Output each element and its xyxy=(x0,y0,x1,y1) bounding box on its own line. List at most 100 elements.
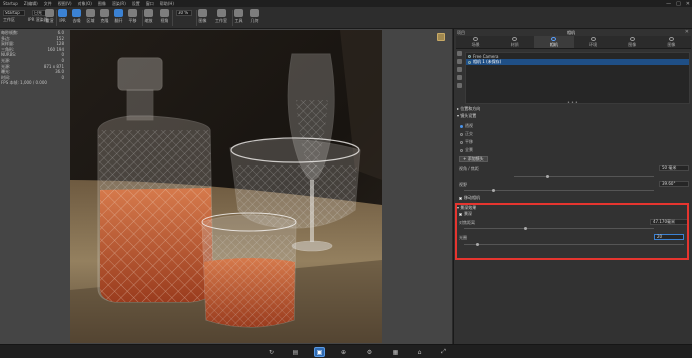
menu-item[interactable]: Z(编辑) xyxy=(21,1,41,7)
toolbar-button[interactable]: 视角 xyxy=(160,9,169,28)
menu-item[interactable]: 文件 xyxy=(41,1,55,7)
menu-item[interactable]: 对象(O) xyxy=(75,1,95,7)
camera-settings-icon[interactable] xyxy=(457,83,462,88)
toolbar-button[interactable]: 去噪 xyxy=(72,9,81,28)
aperture-slider[interactable] xyxy=(464,243,684,246)
status-bar-button[interactable]: ▦ xyxy=(390,347,401,357)
lens-option[interactable]: 全景 xyxy=(460,147,473,153)
toolbar-icon xyxy=(114,9,123,17)
tab-1[interactable]: 材质 xyxy=(495,36,534,48)
render-stats: 每秒帧数: 6.0 多边: 152 采样量: 128 三角形: 160 194 NURBS: 0 光… xyxy=(1,30,64,86)
maximize-icon[interactable]: □ xyxy=(676,1,681,7)
close-window-icon[interactable]: ✕ xyxy=(686,1,690,7)
section-position-orientation[interactable]: ▸ 位置和方向 xyxy=(457,106,480,112)
radio-icon xyxy=(460,132,463,136)
angle-input[interactable]: 39.60° xyxy=(659,181,689,187)
toolbar-button-label: 克隆 xyxy=(100,18,109,23)
dof-checkbox-row[interactable]: 景深 xyxy=(459,211,472,217)
radio-icon xyxy=(460,148,463,152)
toolbar-button[interactable]: 几何 xyxy=(250,9,259,28)
tab-3[interactable]: 环境 xyxy=(574,36,613,48)
status-bar-button[interactable]: ⌂ xyxy=(414,347,425,357)
lens-option[interactable]: 平移 xyxy=(460,139,473,145)
toolbar-button[interactable]: 工具 xyxy=(234,9,243,28)
toolbar-button[interactable]: 区域 xyxy=(86,9,95,28)
panel-splitter[interactable]: ••• xyxy=(567,100,579,106)
delete-camera-icon[interactable] xyxy=(457,67,462,72)
toolbar-button-label: 工作区 xyxy=(3,17,15,22)
focus-distance-input[interactable]: 47.170毫米 xyxy=(650,219,688,225)
tab-5[interactable]: 图像 xyxy=(652,36,691,48)
stat-value: 0 xyxy=(61,74,64,80)
menu-item[interactable]: Startup xyxy=(0,1,21,6)
toolbar-button[interactable]: 平移 xyxy=(128,9,137,28)
decanter-glassware-image xyxy=(70,30,382,343)
angle-slider-knob[interactable] xyxy=(492,189,495,192)
menu-item[interactable]: 帮助(H) xyxy=(157,1,177,7)
toolbar-button[interactable]: 图像 xyxy=(198,9,207,28)
toolbar-button[interactable]: 翻开 xyxy=(114,9,123,28)
tab-2[interactable]: 相机 xyxy=(534,36,574,48)
status-bar-button[interactable]: ⤢ xyxy=(438,347,449,357)
toolbar-button-label: 工作室 xyxy=(215,18,227,23)
section-lens-label: 镜头设置 xyxy=(460,113,477,118)
focus-slider-knob[interactable] xyxy=(524,227,527,230)
status-bar-button[interactable]: ▤ xyxy=(290,347,301,357)
add-lens-button[interactable]: + 添加镜头 xyxy=(459,156,488,162)
toolbar-button[interactable]: 工作室 xyxy=(215,9,227,28)
camera-icon xyxy=(468,60,471,64)
menu-item[interactable]: 窗口 xyxy=(143,1,157,7)
toolbar-button[interactable]: 缩放 xyxy=(144,9,153,28)
tab-0[interactable]: 场景 xyxy=(456,36,495,48)
section-lens-settings[interactable]: ▾ 镜头设置 xyxy=(457,113,476,119)
toolbar-button[interactable]: 重渲 xyxy=(45,9,54,28)
lock-camera-icon[interactable] xyxy=(457,75,462,80)
lens-option[interactable]: 正交 xyxy=(460,131,473,137)
tab-icon xyxy=(629,37,635,41)
minimize-icon[interactable]: — xyxy=(666,1,671,7)
value-input[interactable]: 30 % xyxy=(176,10,192,16)
focus-distance-label: 对焦距离 xyxy=(459,220,475,225)
toolbar-button-label: 工具 xyxy=(234,18,243,23)
stat-key: FPS 本帧: 1,000 / 0.000 xyxy=(1,80,47,86)
stat-row: FPS 本帧: 1,000 / 0.000 xyxy=(1,80,64,86)
viewport-corner-button[interactable] xyxy=(437,33,445,41)
focus-distance-slider[interactable] xyxy=(464,227,654,230)
status-bar-button[interactable]: ⚙ xyxy=(364,347,375,357)
camera-icon xyxy=(468,54,471,58)
status-bar-button[interactable]: ⊕ xyxy=(338,347,349,357)
toolbar-icon xyxy=(128,9,137,17)
toolbar-icon xyxy=(86,9,95,17)
menu-item[interactable]: 设置 xyxy=(129,1,143,7)
aperture-input[interactable]: 20 xyxy=(654,234,684,240)
fov-input[interactable]: 50 毫米 xyxy=(659,165,689,171)
fov-slider-knob[interactable] xyxy=(546,175,549,178)
toolbar-button-label: 图像 xyxy=(198,18,207,23)
camera-list: Free Camera 相机 1 (未保存) xyxy=(465,52,690,104)
lens-option[interactable]: 透视 xyxy=(460,123,473,129)
toolbar-button[interactable]: 克隆 xyxy=(100,9,109,28)
camera-list-item[interactable]: 相机 1 (未保存) xyxy=(466,59,689,65)
aperture-slider-knob[interactable] xyxy=(476,243,479,246)
dof-checkbox[interactable] xyxy=(459,212,462,216)
render-image[interactable] xyxy=(70,30,382,343)
lens-option-label: 全景 xyxy=(465,147,473,152)
shift-camera-row[interactable]: 移动相机 xyxy=(459,195,480,201)
menu-item[interactable]: 图像 xyxy=(95,1,109,7)
tab-4[interactable]: 图像 xyxy=(613,36,652,48)
menu-item[interactable]: 视图(V) xyxy=(55,1,75,7)
angle-slider[interactable] xyxy=(464,189,654,192)
render-viewport[interactable]: 每秒帧数: 6.0 多边: 152 采样量: 128 三角形: 160 194 NURBS: 0 光… xyxy=(0,29,452,344)
menu-item[interactable]: 渲染(R) xyxy=(109,1,129,7)
preset-input[interactable]: Startup xyxy=(3,10,25,16)
shift-checkbox[interactable] xyxy=(459,196,462,200)
status-bar-button[interactable]: ↻ xyxy=(266,347,277,357)
fov-slider[interactable] xyxy=(514,175,654,178)
toolbar-icon xyxy=(160,9,169,17)
close-icon[interactable]: ✕ xyxy=(685,29,689,35)
status-bar-button[interactable]: ▣ xyxy=(314,347,325,357)
add-camera-icon[interactable] xyxy=(457,51,462,56)
fov-label: 视角 / 焦距 xyxy=(459,166,479,171)
copy-camera-icon[interactable] xyxy=(457,59,462,64)
toolbar-button[interactable]: IPR xyxy=(58,9,67,28)
